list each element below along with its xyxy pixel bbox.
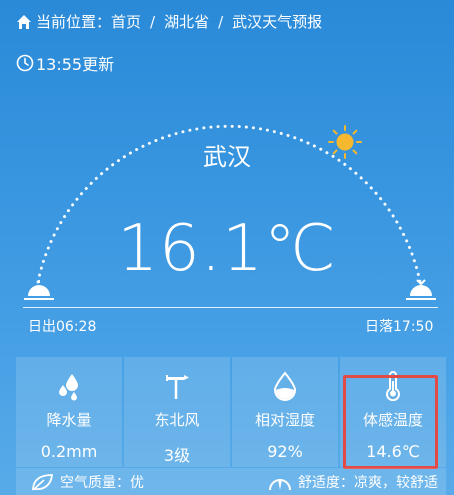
wind-card: 东北风 3级	[124, 357, 230, 467]
breadcrumb: 当前位置： 首页 / 湖北省 / 武汉天气预报	[16, 11, 322, 32]
breadcrumb-prefix: 当前位置：	[36, 13, 112, 31]
precipitation-label: 降水量	[46, 411, 92, 429]
air-quality: 空气质量： 优	[30, 472, 144, 492]
gauge-icon	[269, 478, 291, 490]
leaf-icon	[32, 473, 53, 491]
precipitation-value: 0.2mm	[40, 442, 98, 461]
comfort-label: 舒适度：	[298, 474, 354, 491]
current-temperature: 16.1℃	[117, 212, 337, 286]
update-time-text: 13:55更新	[36, 55, 115, 74]
city-name: 武汉	[203, 143, 251, 171]
humidity-label: 相对湿度	[254, 411, 315, 429]
sunset-time: 日落17:50	[365, 319, 434, 335]
humidity-card: 相对湿度 92%	[232, 357, 338, 467]
breadcrumb-home-link[interactable]: 首页	[111, 11, 141, 32]
breadcrumb-separator: /	[150, 12, 156, 31]
air-quality-value: 优	[130, 474, 144, 491]
sunset-icon	[406, 279, 436, 300]
highlight-box	[343, 375, 438, 469]
wind-vane-icon	[166, 375, 189, 399]
rain-drops-icon	[59, 374, 78, 401]
breadcrumb-separator: /	[218, 12, 224, 31]
precipitation-card: 降水量 0.2mm	[16, 357, 122, 467]
horizon-line	[23, 307, 438, 308]
clock-icon	[16, 54, 34, 72]
update-time: 13:55更新	[16, 51, 114, 75]
breadcrumb-province-link[interactable]: 湖北省	[164, 11, 209, 32]
humidity-drop-icon	[273, 371, 297, 401]
breadcrumb-current-page[interactable]: 武汉天气预报	[232, 11, 322, 32]
wind-direction-label: 东北风	[154, 411, 200, 429]
comfort: 舒适度： 凉爽，较舒适	[268, 472, 438, 492]
wind-level-value: 3级	[163, 446, 191, 465]
home-icon	[17, 14, 31, 29]
air-comfort-bar: 空气质量： 优 舒适度： 凉爽，较舒适	[16, 468, 446, 495]
sunrise-icon	[24, 280, 54, 300]
comfort-value: 凉爽，较舒适	[354, 474, 438, 491]
humidity-value: 92%	[267, 442, 303, 461]
air-quality-label: 空气质量：	[60, 474, 130, 491]
sunrise-time: 日出06:28	[28, 319, 97, 335]
